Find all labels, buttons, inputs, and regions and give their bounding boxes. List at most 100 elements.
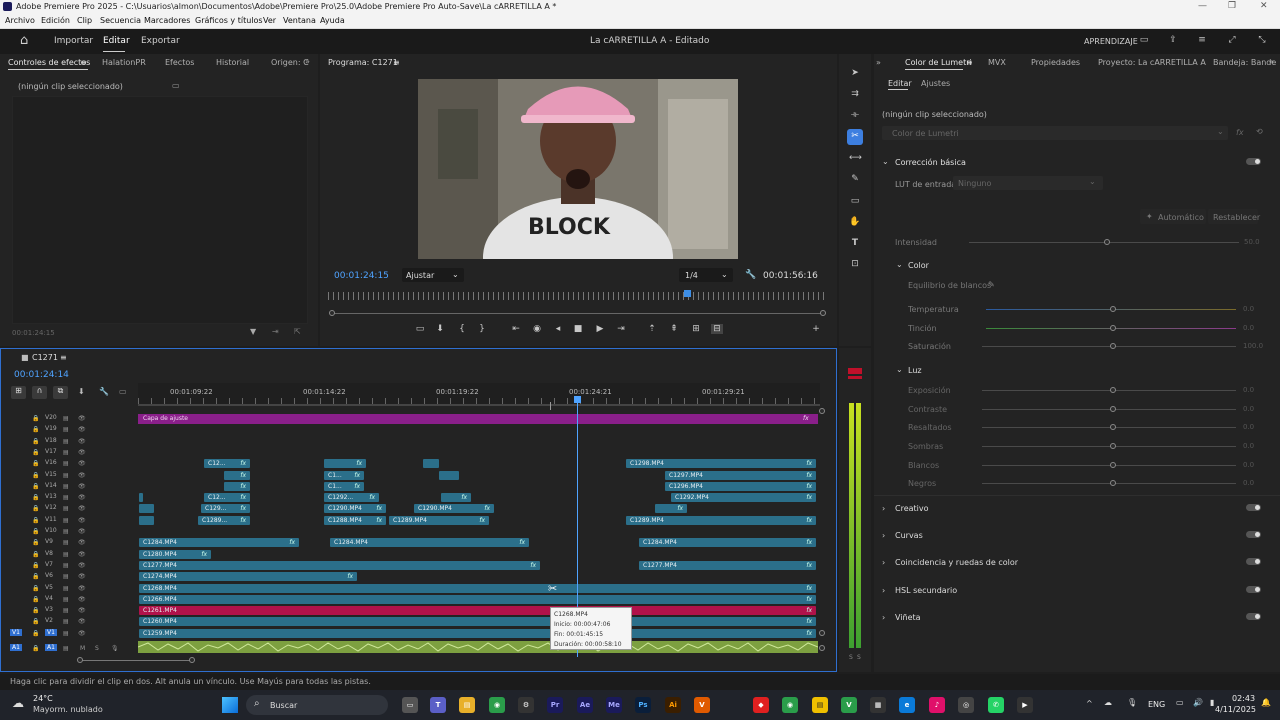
tab-proyecto[interactable]: Proyecto: La cARRETILLA A [1098, 58, 1206, 67]
sync-lock-icon[interactable]: ▤ [63, 483, 69, 490]
sync-lock-icon[interactable]: ▤ [63, 551, 69, 558]
media-encoder-icon[interactable]: Me [606, 697, 622, 713]
timeline-clip[interactable]: fx [441, 493, 471, 503]
eye-icon[interactable]: 👁 [78, 472, 86, 479]
solo-icon[interactable]: S [95, 645, 99, 652]
ruedas-toggle[interactable] [1246, 558, 1261, 565]
eye-icon[interactable]: 👁 [78, 562, 86, 569]
tab-historial[interactable]: Historial [216, 58, 249, 67]
eye-icon[interactable]: 👁 [78, 483, 86, 490]
saturation-slider[interactable] [982, 346, 1236, 347]
timeline-clip[interactable]: C12... fx [204, 459, 250, 469]
tab-efectos[interactable]: Efectos [165, 58, 194, 67]
eye-icon[interactable]: 👁 [78, 573, 86, 580]
intensity-knob[interactable] [1104, 239, 1110, 245]
chevron-right-icon[interactable]: › [882, 504, 885, 513]
weather-temp[interactable]: 24°C [33, 694, 53, 703]
chrome-2-icon[interactable]: ◉ [782, 697, 798, 713]
track-name[interactable]: V15 [45, 471, 57, 478]
chevron-right-icon[interactable]: › [882, 613, 885, 622]
lock-icon[interactable]: 🔒 [32, 607, 39, 614]
lock-icon[interactable]: 🔒 [32, 596, 39, 603]
eye-icon[interactable]: 👁 [78, 426, 86, 433]
subtab-editar[interactable]: Editar [888, 79, 912, 88]
shadows-slider[interactable] [982, 446, 1236, 447]
sticky-notes-icon[interactable]: ▤ [812, 697, 828, 713]
adjustment-layer-clip[interactable]: Capa de ajuste fx [138, 414, 818, 424]
creativo-toggle[interactable] [1246, 504, 1261, 511]
filter-icon[interactable]: ▼ [250, 327, 256, 336]
lock-icon[interactable]: 🔒 [32, 438, 39, 445]
lock-icon[interactable]: 🔒 [32, 426, 39, 433]
taskbar-search[interactable]: ⌕ Buscar [246, 695, 388, 715]
weather-desc[interactable]: Mayorm. nublado [33, 705, 103, 714]
add-button-icon[interactable]: + [810, 324, 822, 334]
track-name[interactable]: V11 [45, 516, 57, 523]
timeline-clip[interactable]: fx [224, 470, 250, 480]
mic-icon[interactable]: 🎙 [1127, 698, 1137, 707]
section-ruedas[interactable]: Coincidencia y ruedas de color [895, 558, 1018, 567]
effect-controls-menu-icon[interactable]: ≡ [80, 58, 87, 67]
sync-lock-icon[interactable]: ▤ [63, 585, 69, 592]
expand-icon[interactable]: ⤡ [1256, 35, 1268, 45]
onedrive-icon[interactable]: ☁ [1104, 698, 1112, 707]
lock-icon[interactable]: 🔒 [32, 517, 39, 524]
wrench-icon[interactable]: 🔧 [745, 270, 756, 280]
more-tabs-icon[interactable]: » [305, 57, 310, 66]
chevron-right-icon[interactable]: › [882, 531, 885, 540]
nav-importar[interactable]: Importar [54, 36, 93, 46]
lock-icon[interactable]: 🔒 [32, 551, 39, 558]
curvas-toggle[interactable] [1246, 531, 1261, 538]
lock-icon[interactable]: 🔒 [32, 630, 39, 637]
language-indicator[interactable]: ENG [1148, 700, 1165, 709]
learn-button[interactable]: APRENDIZAJE [1084, 37, 1138, 46]
timeline-clip[interactable]: C1277.MP4 fx [139, 560, 540, 570]
sync-lock-icon[interactable]: ▤ [63, 645, 69, 652]
reset-effect-icon[interactable]: ⟲ [1256, 127, 1263, 136]
saturation-knob[interactable] [1110, 343, 1116, 349]
zoom-end-handle[interactable] [820, 310, 826, 316]
basic-correction-header[interactable]: Corrección básica [895, 158, 966, 167]
light-section-header[interactable]: Luz [908, 366, 922, 375]
audio-scroll[interactable] [819, 645, 825, 651]
eye-icon[interactable]: 👁 [78, 528, 86, 535]
insert-sequence-icon[interactable]: ⊞ [11, 386, 26, 399]
eye-icon[interactable]: 👁 [78, 551, 86, 558]
weather-icon[interactable]: ☁ [12, 696, 24, 710]
teams-icon[interactable]: T [430, 697, 446, 713]
sync-lock-icon[interactable]: ▤ [63, 562, 69, 569]
lock-icon[interactable]: 🔒 [32, 483, 39, 490]
timeline-clip[interactable]: C129... fx [201, 504, 250, 514]
sync-lock-icon[interactable]: ▤ [63, 528, 69, 535]
timeline-clip[interactable]: C1289.MP4 fx [389, 515, 489, 525]
section-hsl[interactable]: HSL secundario [895, 586, 957, 595]
eye-icon[interactable]: 👁 [78, 596, 86, 603]
sync-lock-icon[interactable]: ▤ [63, 607, 69, 614]
highlights-knob[interactable] [1110, 424, 1116, 430]
track-name[interactable]: V8 [45, 550, 53, 557]
sync-lock-icon[interactable]: ▤ [63, 618, 69, 625]
menu-clip[interactable]: Clip [77, 16, 92, 25]
lut-dropdown[interactable]: Ninguno ⌄ [953, 176, 1103, 190]
tint-knob[interactable] [1110, 325, 1116, 331]
source-patch-a1[interactable]: A1 [10, 644, 22, 651]
solo-right[interactable]: S [857, 654, 861, 661]
menu-marcadores[interactable]: Marcadores [144, 16, 190, 25]
track-name[interactable]: V19 [45, 425, 57, 432]
timeline-clip[interactable]: C1266.MP4 fx [139, 594, 816, 604]
chevron-right-icon[interactable]: › [882, 586, 885, 595]
track-name[interactable]: V17 [45, 448, 57, 455]
timeline-clip[interactable]: C1292.MP4 fx [671, 493, 816, 503]
lock-icon[interactable]: 🔒 [32, 415, 39, 422]
lock-icon[interactable]: 🔒 [32, 645, 39, 652]
timeline-clip[interactable]: C1277.MP4 fx [639, 560, 816, 570]
menu-ver[interactable]: Ver [263, 16, 276, 25]
type-tool-icon[interactable]: T [849, 238, 861, 248]
track-name[interactable]: A1 [45, 644, 57, 651]
lock-icon[interactable]: 🔒 [32, 573, 39, 580]
illustrator-icon[interactable]: Ai [665, 697, 681, 713]
app-icon[interactable]: ⚙ [518, 697, 534, 713]
sync-lock-icon[interactable]: ▤ [63, 573, 69, 580]
edge-icon[interactable]: e [899, 697, 915, 713]
captions-icon[interactable]: ▭ [119, 387, 127, 396]
